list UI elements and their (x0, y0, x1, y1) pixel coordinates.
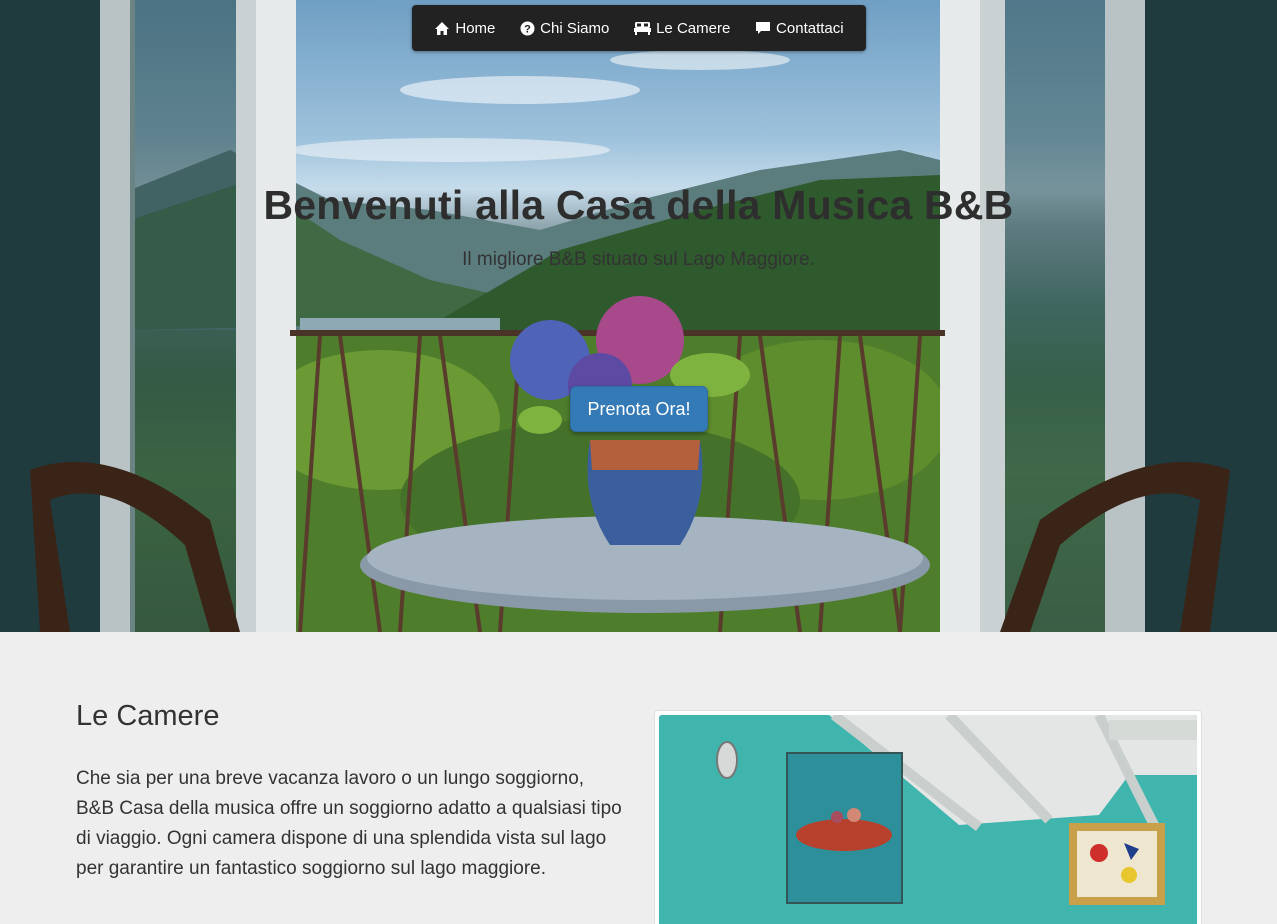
nav-label-chi-siamo: Chi Siamo (540, 19, 610, 37)
hero-background-image (0, 0, 1277, 632)
hero-section: Home ? Chi Siamo Le Camere Contattaci Be… (0, 0, 1277, 632)
nav-item-contattaci[interactable]: Contattaci (755, 20, 844, 37)
svg-text:?: ? (524, 23, 531, 35)
home-icon (435, 21, 450, 35)
question-circle-icon: ? (520, 21, 535, 35)
nav-label-contattaci: Contattaci (776, 19, 844, 37)
nav-item-le-camere[interactable]: Le Camere (634, 20, 730, 37)
nav-item-home[interactable]: Home (434, 20, 495, 37)
nav-item-chi-siamo[interactable]: ? Chi Siamo (520, 20, 609, 37)
hero-subtitle: Il migliore B&B situato sul Lago Maggior… (462, 249, 815, 270)
hero-title: Benvenuti alla Casa della Musica B&B (263, 182, 1014, 228)
room-photo (659, 715, 1197, 924)
bed-icon (634, 22, 652, 35)
room-image-thumbnail (654, 710, 1202, 924)
rooms-section-title: Le Camere (76, 700, 220, 732)
comment-icon (756, 22, 771, 34)
rooms-section-text: Che sia per una breve vacanza lavoro o u… (76, 768, 622, 879)
nav-label-le-camere: Le Camere (656, 19, 731, 37)
book-now-button[interactable]: Prenota Ora! (570, 386, 708, 432)
room-image (659, 715, 1197, 924)
nav-label-home: Home (455, 19, 496, 37)
main-nav: Home ? Chi Siamo Le Camere Contattaci (412, 5, 866, 51)
